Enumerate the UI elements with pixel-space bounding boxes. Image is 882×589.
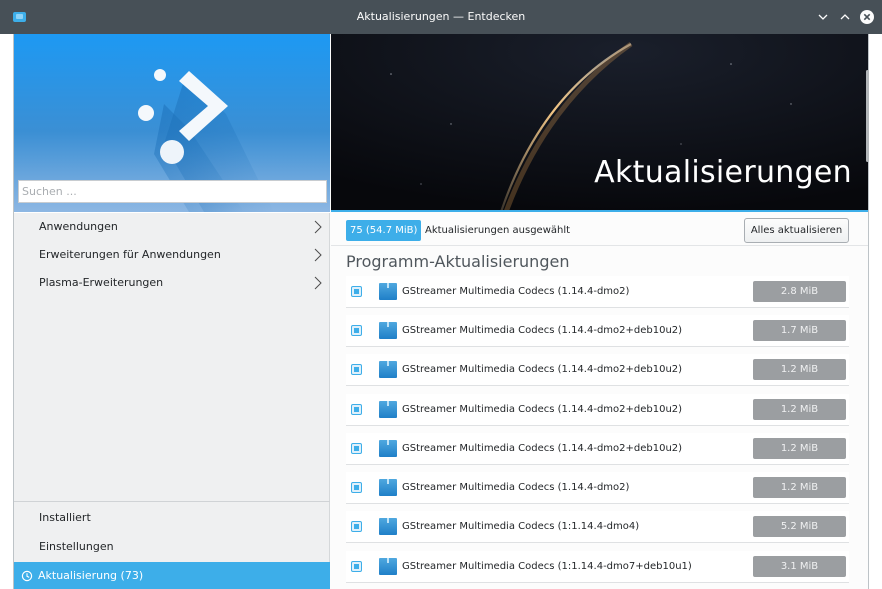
package-size-badge: 1.7 MiB bbox=[753, 320, 846, 341]
close-circle-icon bbox=[860, 10, 874, 24]
package-size-badge: 1.2 MiB bbox=[753, 399, 846, 420]
package-icon bbox=[379, 558, 397, 575]
package-size-badge: 1.2 MiB bbox=[753, 359, 846, 380]
page-title: Aktualisierungen bbox=[594, 155, 852, 190]
update-row[interactable]: GStreamer Multimedia Codecs (1.14.4-dmo2… bbox=[346, 472, 849, 504]
close-button[interactable] bbox=[859, 9, 875, 25]
section-title: Programm-Aktualisierungen bbox=[346, 252, 570, 271]
sidebar-item-settings[interactable]: Einstellungen bbox=[14, 533, 330, 561]
chevron-up-icon bbox=[840, 14, 850, 20]
chevron-right-icon bbox=[314, 276, 322, 290]
package-icon bbox=[379, 518, 397, 535]
sidebar-item-label: Aktualisierung (73) bbox=[38, 569, 144, 582]
sidebar-item-label: Plasma-Erweiterungen bbox=[39, 276, 164, 289]
update-checkbox[interactable] bbox=[351, 286, 362, 297]
window-titlebar: Aktualisierungen — Entdecken bbox=[0, 0, 882, 34]
sidebar-item-applications[interactable]: Anwendungen bbox=[14, 213, 330, 241]
update-row[interactable]: GStreamer Multimedia Codecs (1.14.4-dmo2… bbox=[346, 276, 849, 308]
update-checkbox[interactable] bbox=[351, 521, 362, 532]
package-icon bbox=[379, 361, 397, 378]
sidebar: Suchen ... Anwendungen Erweiterungen für… bbox=[14, 34, 330, 589]
package-icon bbox=[379, 283, 397, 300]
package-size-badge: 1.2 MiB bbox=[753, 438, 846, 459]
sidebar-item-updates[interactable]: Aktualisierung (73) bbox=[14, 562, 330, 589]
package-name: GStreamer Multimedia Codecs (1:1.14.4-dm… bbox=[402, 521, 640, 532]
update-summary-bar: 75 (54.7 MiB) Aktualisierungen ausgewähl… bbox=[331, 214, 868, 246]
chevron-right-icon bbox=[314, 220, 322, 234]
package-name: GStreamer Multimedia Codecs (1.14.4-dmo2… bbox=[402, 364, 683, 375]
package-icon bbox=[379, 479, 397, 496]
chevron-right-icon bbox=[314, 248, 322, 262]
update-row[interactable]: GStreamer Multimedia Codecs (1.14.4-dmo2… bbox=[346, 433, 849, 465]
sidebar-item-label: Erweiterungen für Anwendungen bbox=[39, 248, 221, 261]
main-content: Aktualisierungen 75 (54.7 MiB) Aktualisi… bbox=[331, 34, 868, 589]
package-name: GStreamer Multimedia Codecs (1.14.4-dmo2… bbox=[402, 482, 630, 493]
package-name: GStreamer Multimedia Codecs (1.14.4-dmo2… bbox=[402, 325, 683, 336]
package-size-badge: 1.2 MiB bbox=[753, 477, 846, 498]
chevron-down-icon bbox=[818, 14, 828, 20]
sidebar-item-label: Anwendungen bbox=[39, 220, 118, 233]
header-banner: Aktualisierungen bbox=[331, 34, 868, 212]
sidebar-item-plasma-addons[interactable]: Plasma-Erweiterungen bbox=[14, 269, 330, 297]
package-name: GStreamer Multimedia Codecs (1:1.14.4-dm… bbox=[402, 561, 692, 572]
package-size-badge: 2.8 MiB bbox=[753, 281, 846, 302]
update-row[interactable]: GStreamer Multimedia Codecs (1.14.4-dmo2… bbox=[346, 354, 849, 386]
update-count-badge: 75 (54.7 MiB) bbox=[346, 220, 422, 241]
update-checkbox[interactable] bbox=[351, 364, 362, 375]
update-checkbox[interactable] bbox=[351, 443, 362, 454]
update-checkbox[interactable] bbox=[351, 325, 362, 336]
divider bbox=[14, 501, 330, 502]
package-icon bbox=[379, 401, 397, 418]
package-name: GStreamer Multimedia Codecs (1.14.4-dmo2… bbox=[402, 286, 630, 297]
update-row[interactable]: GStreamer Multimedia Codecs (1:1.14.4-dm… bbox=[346, 551, 849, 583]
package-size-badge: 3.1 MiB bbox=[753, 556, 846, 577]
package-icon bbox=[379, 440, 397, 457]
update-row[interactable]: GStreamer Multimedia Codecs (1.14.4-dmo2… bbox=[346, 315, 849, 347]
update-row[interactable]: GStreamer Multimedia Codecs (1.14.4-dmo2… bbox=[346, 394, 849, 426]
app-window: Suchen ... Anwendungen Erweiterungen für… bbox=[13, 34, 869, 589]
sidebar-item-application-addons[interactable]: Erweiterungen für Anwendungen bbox=[14, 241, 330, 269]
maximize-button[interactable] bbox=[837, 9, 853, 25]
update-sync-icon bbox=[21, 570, 33, 582]
update-row[interactable]: GStreamer Multimedia Codecs (1:1.14.4-dm… bbox=[346, 511, 849, 543]
sidebar-item-installed[interactable]: Installiert bbox=[14, 504, 330, 532]
update-checkbox[interactable] bbox=[351, 404, 362, 415]
minimize-button[interactable] bbox=[815, 9, 831, 25]
package-name: GStreamer Multimedia Codecs (1.14.4-dmo2… bbox=[402, 404, 683, 415]
scrollbar[interactable] bbox=[866, 70, 869, 162]
update-all-button[interactable]: Alles aktualisieren bbox=[744, 218, 849, 243]
sidebar-item-label: Installiert bbox=[39, 511, 91, 524]
window-title: Aktualisierungen — Entdecken bbox=[356, 10, 526, 23]
update-summary-text: Aktualisierungen ausgewählt bbox=[425, 225, 571, 236]
search-input[interactable]: Suchen ... bbox=[18, 180, 327, 203]
package-size-badge: 5.2 MiB bbox=[753, 516, 846, 537]
sidebar-item-label: Einstellungen bbox=[39, 540, 114, 553]
sidebar-header: Suchen ... bbox=[14, 34, 330, 212]
package-icon bbox=[379, 322, 397, 339]
update-checkbox[interactable] bbox=[351, 482, 362, 493]
package-name: GStreamer Multimedia Codecs (1.14.4-dmo2… bbox=[402, 443, 683, 454]
update-checkbox[interactable] bbox=[351, 561, 362, 572]
